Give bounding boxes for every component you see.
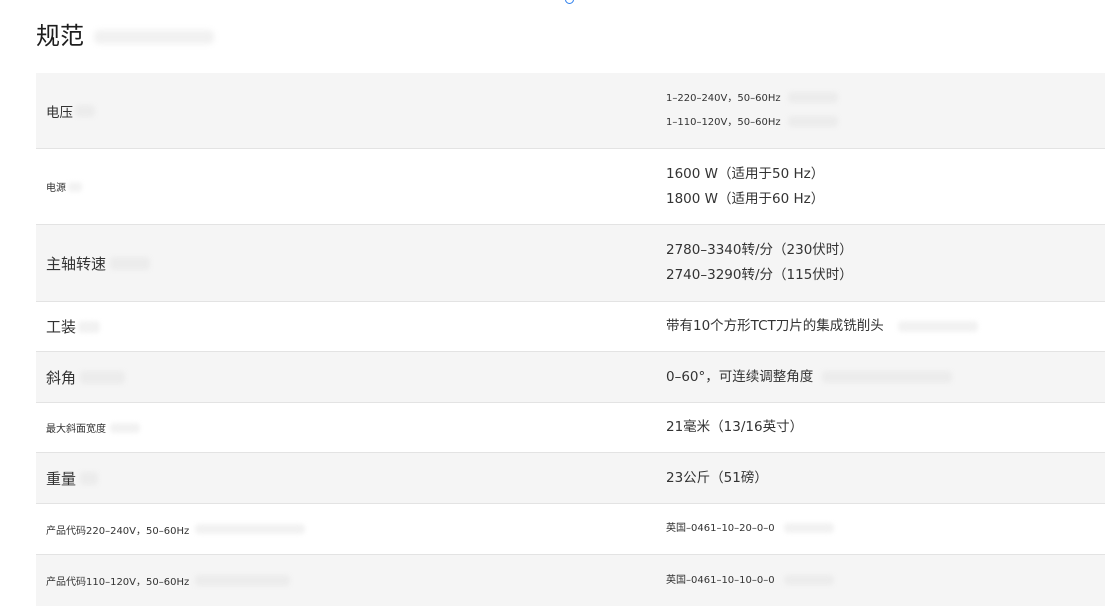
blurred-text	[75, 104, 95, 117]
spec-row-spindle-speed: 主轴转速 2780–3340转/分（230伏时） 2740–3290转/分（11…	[36, 225, 1105, 302]
blurred-text	[787, 116, 838, 127]
spec-label-cell: 主轴转速	[46, 225, 151, 301]
spec-value-line: 21毫米（13/16英寸）	[666, 419, 804, 435]
spec-value-line: 带有10个方形TCT刀片的集成铣削头	[666, 314, 979, 339]
spec-label-cell: 斜角	[46, 352, 126, 402]
blurred-text	[821, 370, 952, 383]
blurred-text	[80, 471, 99, 485]
spec-label: 电源	[46, 183, 66, 194]
loading-spinner-icon	[565, 0, 574, 4]
spec-row-weight: 重量 23公斤（51磅）	[36, 453, 1105, 504]
spec-value-cell: 2780–3340转/分（230伏时） 2740–3290转/分（115伏时）	[666, 225, 853, 301]
spec-label: 工装	[46, 318, 77, 336]
blurred-text	[68, 181, 82, 192]
spec-label: 主轴转速	[46, 254, 107, 273]
spec-label-cell: 产品代码110–120V，50–60Hz	[46, 555, 291, 606]
blurred-text	[80, 370, 126, 384]
spec-value-line: 1800 W（适用于60 Hz）	[666, 190, 825, 207]
spec-label-cell: 产品代码220–240V，50–60Hz	[46, 504, 306, 554]
spec-row-voltage: 电压 1–220–240V，50–60Hz 1–110–120V，50–60Hz	[36, 73, 1105, 149]
spec-label: 重量	[46, 469, 77, 488]
blurred-text	[78, 320, 101, 333]
spec-value-line: 1–110–120V，50–60Hz	[666, 111, 838, 135]
page-title: 规范	[36, 22, 84, 50]
blurred-text	[195, 524, 306, 534]
spec-row-power: 电源 1600 W（适用于50 Hz） 1800 W（适用于60 Hz）	[36, 149, 1105, 225]
spec-value: 1–110–120V，50–60Hz	[666, 116, 781, 128]
blurred-text	[110, 422, 140, 433]
spec-label: 斜角	[46, 368, 77, 387]
blurred-text	[783, 523, 834, 533]
spec-value: 0–60°，可连续调整角度	[666, 368, 814, 385]
blurred-text	[110, 256, 151, 270]
spec-value: 英国–0461–10–20–0–0	[666, 523, 775, 534]
spec-value-cell: 英国–0461–10–10–0–0	[666, 555, 834, 606]
spec-label-cell: 电压	[46, 73, 95, 148]
spec-table: 电压 1–220–240V，50–60Hz 1–110–120V，50–60Hz…	[36, 73, 1105, 606]
spec-value-cell: 0–60°，可连续调整角度	[666, 352, 952, 402]
spec-label: 最大斜面宽度	[46, 424, 106, 435]
spec-row-product-code-220: 产品代码220–240V，50–60Hz 英国–0461–10–20–0–0	[36, 504, 1105, 555]
spec-value-line: 23公斤（51磅）	[666, 469, 768, 486]
spec-value-cell: 21毫米（13/16英寸）	[666, 403, 803, 452]
spec-value-line: 0–60°，可连续调整角度	[666, 365, 952, 390]
spec-label: 电压	[46, 104, 73, 121]
spec-value-line: 1–220–240V，50–60Hz	[666, 87, 838, 111]
spec-label: 产品代码110–120V，50–60Hz	[46, 577, 190, 588]
spec-value: 带有10个方形TCT刀片的集成铣削头	[666, 318, 884, 334]
spec-row-bevel: 斜角 0–60°，可连续调整角度	[36, 352, 1105, 403]
blurred-text	[898, 320, 979, 332]
spec-value-line: 2780–3340转/分（230伏时）	[666, 242, 853, 258]
title-blurred-text	[94, 30, 214, 44]
spec-label-cell: 工装	[46, 302, 101, 351]
spec-value: 英国–0461–10–10–0–0	[666, 574, 775, 586]
spec-label-cell: 电源	[46, 149, 82, 224]
spec-value: 1–220–240V，50–60Hz	[666, 92, 781, 104]
blurred-text	[787, 92, 838, 103]
spec-value-line: 2740–3290转/分（115伏时）	[666, 267, 853, 283]
spec-row-tooling: 工装 带有10个方形TCT刀片的集成铣削头	[36, 302, 1105, 352]
spec-value-cell: 1–220–240V，50–60Hz 1–110–120V，50–60Hz	[666, 73, 838, 148]
spec-value-cell: 1600 W（适用于50 Hz） 1800 W（适用于60 Hz）	[666, 149, 824, 224]
spec-value-cell: 带有10个方形TCT刀片的集成铣削头	[666, 302, 979, 351]
spec-value-line: 英国–0461–10–20–0–0	[666, 517, 834, 541]
spec-label-cell: 最大斜面宽度	[46, 403, 140, 452]
spec-value-line: 英国–0461–10–10–0–0	[666, 569, 834, 593]
spec-value-cell: 23公斤（51磅）	[666, 453, 768, 503]
spec-label-cell: 重量	[46, 453, 99, 503]
blurred-text	[195, 575, 291, 586]
spec-row-max-bevel-width: 最大斜面宽度 21毫米（13/16英寸）	[36, 403, 1105, 453]
spec-value-line: 1600 W（适用于50 Hz）	[666, 165, 825, 182]
spec-row-product-code-110: 产品代码110–120V，50–60Hz 英国–0461–10–10–0–0	[36, 555, 1105, 606]
spec-value-cell: 英国–0461–10–20–0–0	[666, 504, 834, 554]
blurred-text	[783, 574, 834, 585]
spec-label: 产品代码220–240V，50–60Hz	[46, 525, 190, 537]
